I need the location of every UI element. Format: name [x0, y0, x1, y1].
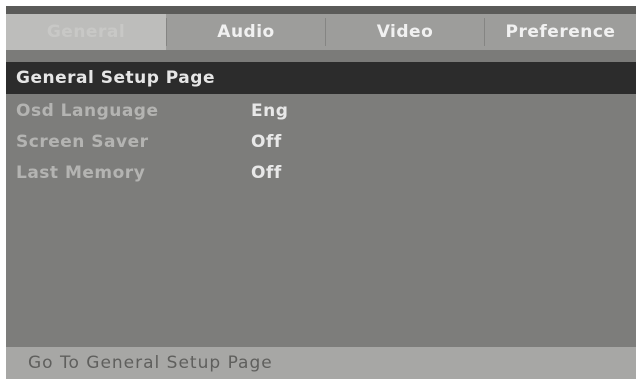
page-header: General Setup Page — [6, 62, 636, 94]
setting-row-screen-saver[interactable]: Screen Saver Off — [6, 128, 636, 156]
tab-video[interactable]: Video — [326, 14, 484, 50]
setting-label: Osd Language — [16, 101, 159, 121]
status-bar: Go To General Setup Page — [6, 347, 636, 379]
setting-label: Screen Saver — [16, 132, 149, 152]
setting-value: Off — [251, 163, 282, 183]
setting-label: Last Memory — [16, 163, 146, 183]
setting-value: Eng — [251, 101, 289, 121]
tab-preference[interactable]: Preference — [485, 14, 636, 50]
setup-menu-panel: General Audio Video Preference General S… — [6, 6, 636, 379]
setting-value: Off — [251, 132, 282, 152]
page-title: General Setup Page — [16, 68, 215, 88]
top-strip — [6, 6, 636, 14]
setting-row-osd-language[interactable]: Osd Language Eng — [6, 97, 636, 125]
tab-gap — [6, 50, 636, 62]
setting-row-last-memory[interactable]: Last Memory Off — [6, 159, 636, 187]
status-hint: Go To General Setup Page — [28, 353, 273, 373]
dvd-setup-screen: General Audio Video Preference General S… — [0, 0, 638, 380]
tab-audio[interactable]: Audio — [167, 14, 325, 50]
tab-general[interactable]: General — [6, 14, 166, 50]
tab-bar: General Audio Video Preference — [6, 14, 636, 50]
